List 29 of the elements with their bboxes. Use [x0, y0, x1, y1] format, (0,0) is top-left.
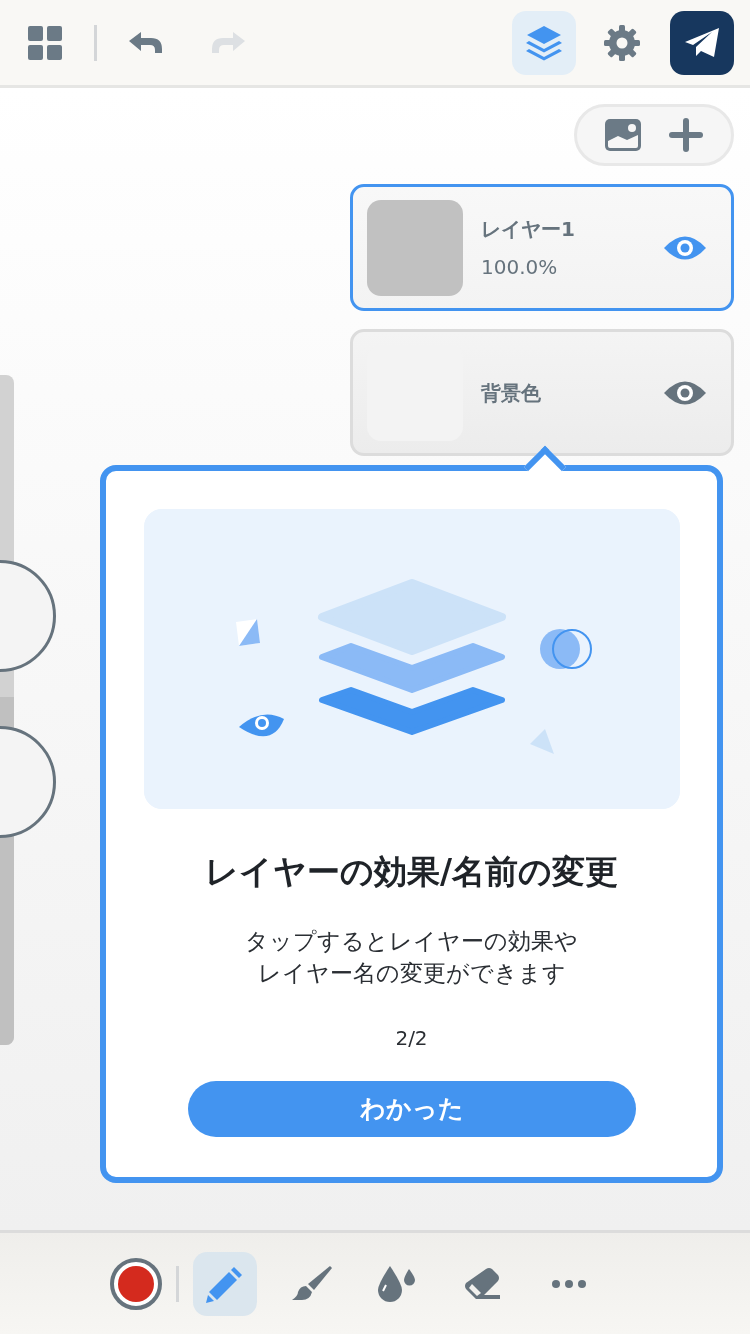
layer-opacity: 100.0%: [481, 253, 559, 281]
got-it-button[interactable]: わかった: [187, 1080, 636, 1137]
add-image-button[interactable]: [605, 119, 641, 151]
tip-description: タップするとレイヤーの効果や レイヤー名の変更ができます: [245, 926, 578, 988]
plus-icon: [669, 118, 703, 152]
layer-card[interactable]: レイヤー1 100.0%: [350, 184, 734, 311]
redo-icon: [209, 30, 245, 55]
paper-plane-icon: [684, 26, 720, 59]
layer-name: 背景色: [481, 379, 542, 407]
layer-name: レイヤー1: [481, 215, 576, 243]
more-icon: [551, 1278, 586, 1289]
eraser-icon: [463, 1266, 502, 1301]
send-button[interactable]: [670, 10, 734, 75]
settings-icon: [604, 24, 640, 61]
layers-icon: [525, 23, 563, 62]
layers-button[interactable]: [512, 10, 576, 75]
undo-button[interactable]: [129, 30, 165, 55]
tip-title: レイヤーの効果/名前の変更: [204, 851, 619, 893]
pencil-tool[interactable]: [192, 1251, 257, 1316]
image-icon: [605, 119, 641, 151]
color-picker[interactable]: [109, 1257, 162, 1310]
page-indicator: 2/2: [395, 1024, 428, 1052]
undo-icon: [129, 30, 165, 55]
pencil-icon: [205, 1264, 244, 1303]
grid-icon: [28, 25, 62, 60]
grid-button[interactable]: [28, 25, 62, 60]
drops-icon: [377, 1265, 416, 1302]
layer-card[interactable]: 背景色: [350, 329, 734, 456]
add-layer-button[interactable]: [669, 118, 703, 152]
